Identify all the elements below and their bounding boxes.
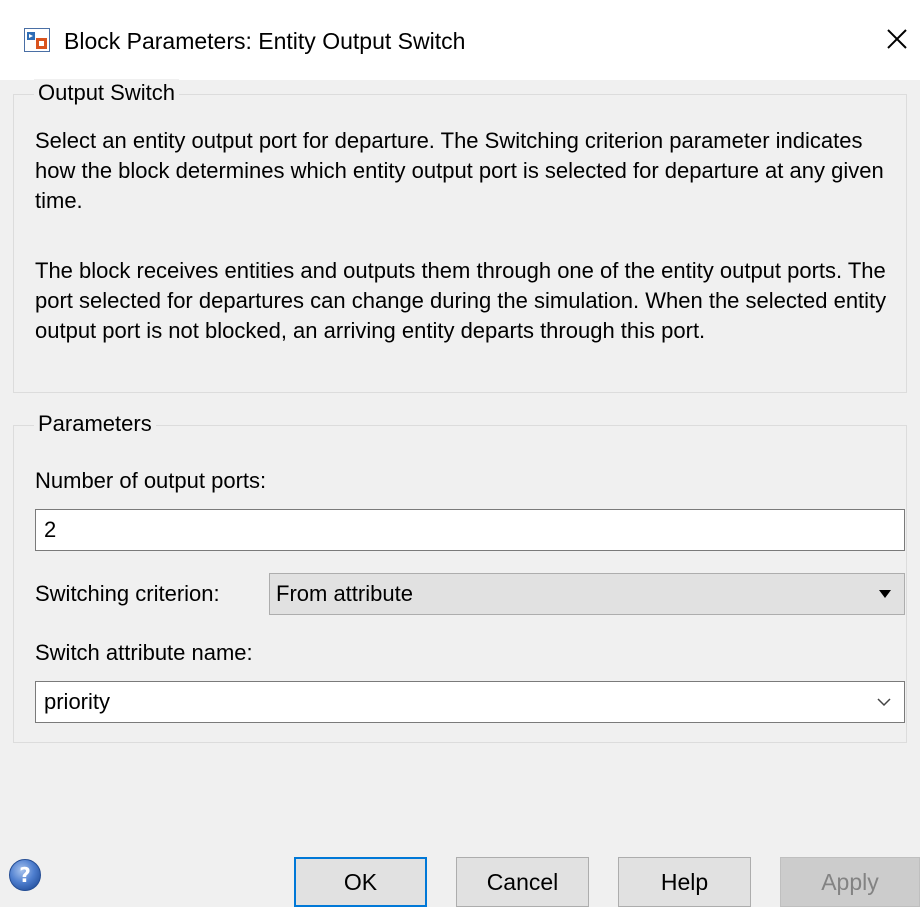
svg-text:?: ? [19, 863, 31, 887]
window-title: Block Parameters: Entity Output Switch [64, 28, 466, 54]
ok-button[interactable]: OK [294, 857, 427, 907]
description-paragraph-1: Select an entity output port for departu… [35, 128, 884, 213]
num-ports-label: Number of output ports: [35, 468, 267, 493]
help-button[interactable]: Help [618, 857, 751, 907]
parameters-legend: Parameters [34, 410, 156, 438]
num-ports-input[interactable]: 2 [35, 509, 905, 551]
chevron-down-icon[interactable] [876, 696, 892, 708]
description-paragraph-2: The block receives entities and outputs … [35, 258, 887, 343]
help-circle-icon[interactable]: ? [8, 858, 42, 892]
block-parameters-dialog: Block Parameters: Entity Output Switch O… [0, 0, 920, 907]
switching-criterion-select[interactable]: From attribute [269, 573, 905, 615]
block-parameters-icon [24, 28, 50, 52]
switching-criterion-label: Switching criterion: [35, 581, 220, 606]
caret-down-icon [879, 590, 891, 598]
close-icon[interactable] [884, 26, 910, 52]
switch-attribute-combo[interactable]: priority [35, 681, 905, 723]
switch-attribute-label: Switch attribute name: [35, 640, 253, 665]
switch-attribute-value: priority [44, 689, 111, 714]
output-switch-legend: Output Switch [34, 79, 179, 107]
title-bar: Block Parameters: Entity Output Switch [0, 0, 920, 80]
switching-criterion-value: From attribute [276, 581, 413, 606]
cancel-button[interactable]: Cancel [456, 857, 589, 907]
apply-button[interactable]: Apply [780, 857, 920, 907]
